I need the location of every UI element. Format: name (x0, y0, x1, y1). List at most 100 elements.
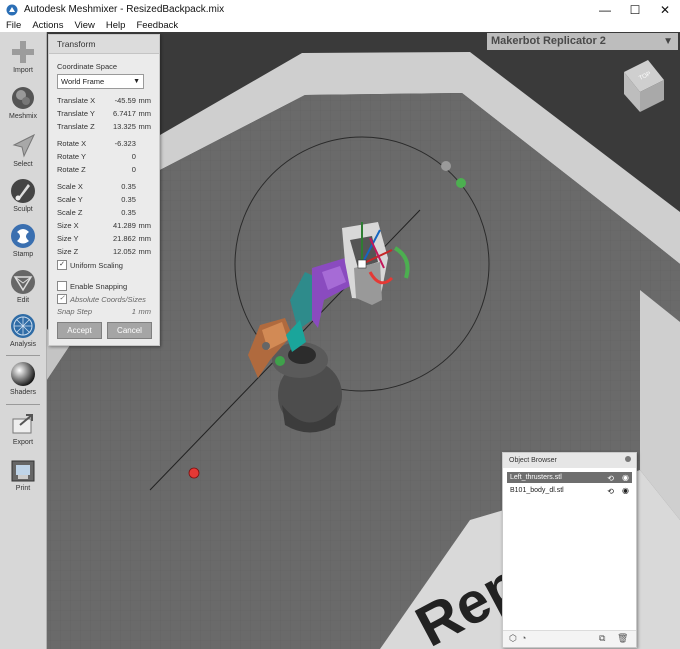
export-icon (9, 410, 37, 438)
uniform-scaling-checkbox[interactable]: ✓ Uniform Scaling (57, 260, 123, 270)
field-translate-y[interactable]: Translate Y 6.7417 mm (57, 109, 151, 118)
duplicate-icon[interactable]: ⧉ (599, 633, 605, 644)
tool-sculpt[interactable]: Sculpt (0, 177, 46, 213)
field-scale-z[interactable]: Scale Z 0.35 (57, 208, 151, 217)
panel-title: Transform (49, 35, 159, 54)
menu-help[interactable]: Help (100, 20, 131, 31)
checkbox-label: Enable Snapping (70, 281, 128, 291)
field-unit: mm (138, 109, 152, 118)
field-value[interactable]: 0 (101, 152, 136, 161)
field-label: Rotate X (57, 139, 87, 148)
field-snap-step[interactable]: Snap Step 1 mm (57, 307, 151, 316)
coordinate-space-value: World Frame (61, 77, 105, 86)
printer-selector[interactable]: Makerbot Replicator 2 ▼ (487, 33, 678, 50)
field-value[interactable]: 6.7417 (101, 109, 136, 118)
minimize-button[interactable]: — (590, 0, 620, 19)
printer-name: Makerbot Replicator 2 (491, 35, 606, 47)
object-name: B101_body_dl.stl (510, 487, 564, 494)
refresh-icon[interactable]: ◔ (521, 633, 526, 643)
field-value[interactable]: 0.35 (101, 182, 136, 191)
tool-edit[interactable]: Edit (0, 268, 46, 304)
field-label: Scale Z (57, 208, 83, 217)
field-translate-z[interactable]: Translate Z 13.325 mm (57, 122, 151, 131)
field-value[interactable]: 0.35 (101, 208, 136, 217)
field-translate-x[interactable]: Translate X -45.59 mm (57, 96, 151, 105)
field-unit (136, 139, 151, 148)
printer-icon (9, 456, 37, 484)
field-label: Translate Z (57, 122, 95, 131)
panel-title: Object Browser (503, 453, 636, 468)
checkmark-icon: ✓ (57, 260, 67, 270)
left-toolbar: Import Meshmix Select Sculpt Stamp Edit (0, 32, 47, 649)
mesh-icon: ⟲ (607, 487, 614, 496)
cube-icon[interactable]: ⬡ (509, 633, 517, 644)
tool-export[interactable]: Export (0, 410, 46, 446)
mesh-icon: ⟲ (607, 474, 614, 483)
field-label: Translate X (57, 96, 96, 105)
field-unit (136, 152, 151, 161)
menu-file[interactable]: File (0, 20, 26, 31)
tool-import[interactable]: Import (0, 38, 46, 74)
field-rotate-y[interactable]: Rotate Y 0 (57, 152, 151, 161)
eye-icon[interactable]: ◉ (622, 485, 629, 496)
field-size-z[interactable]: Size Z 12.052 mm (57, 247, 151, 256)
absolute-coords-checkbox[interactable]: ✓ Absolute Coords/Sizes (57, 294, 146, 304)
field-rotate-x[interactable]: Rotate X -6.323 (57, 139, 151, 148)
field-scale-x[interactable]: Scale X 0.35 (57, 182, 151, 191)
menu-view[interactable]: View (68, 20, 99, 31)
gizmo-handle-green[interactable] (456, 178, 466, 188)
transform-panel: Transform Coordinate Space World Frame ▼… (48, 34, 160, 346)
close-icon[interactable] (625, 456, 631, 462)
menu-actions[interactable]: Actions (26, 20, 68, 31)
menu-feedback[interactable]: Feedback (130, 20, 183, 31)
field-value[interactable]: 1 (101, 307, 136, 316)
tool-stamp[interactable]: Stamp (0, 222, 46, 258)
coordinate-space-select[interactable]: World Frame ▼ (57, 74, 144, 89)
pivot-point[interactable] (188, 467, 200, 479)
field-unit (136, 165, 151, 174)
enable-snapping-checkbox[interactable]: Enable Snapping (57, 281, 127, 291)
chevron-down-icon: ▼ (133, 78, 140, 85)
maximize-button[interactable]: ☐ (620, 0, 650, 19)
field-size-y[interactable]: Size Y 21.862 mm (57, 234, 151, 243)
tool-select[interactable]: Select (0, 132, 46, 168)
field-value[interactable]: 0 (101, 165, 136, 174)
list-item[interactable]: B101_body_dl.stl ⟲ ◉ (507, 485, 632, 496)
meshmix-icon (9, 84, 37, 112)
field-scale-y[interactable]: Scale Y 0.35 (57, 195, 151, 204)
gizmo-handle[interactable] (441, 161, 451, 171)
coordinate-space-label: Coordinate Space (57, 62, 118, 71)
field-value[interactable]: 13.325 (101, 122, 136, 131)
object-browser-panel: Object Browser Left_thrusters.stl ⟲ ◉ B1… (502, 452, 637, 648)
field-value[interactable]: 12.052 (101, 247, 136, 256)
edit-icon (9, 268, 37, 296)
field-value[interactable]: -45.59 (101, 96, 136, 105)
accept-button[interactable]: Accept (57, 322, 102, 339)
field-value[interactable]: 21.862 (101, 234, 136, 243)
field-unit: mm (138, 247, 152, 256)
tool-analysis[interactable]: Analysis (0, 312, 46, 348)
toolbar-divider (6, 404, 40, 405)
eye-icon[interactable]: ◉ (622, 472, 629, 483)
tool-label: Shaders (9, 389, 37, 396)
plus-icon (9, 38, 37, 66)
field-value[interactable]: -6.323 (101, 139, 136, 148)
tool-print[interactable]: Print (0, 456, 46, 492)
cancel-button[interactable]: Cancel (107, 322, 152, 339)
field-value[interactable]: 41.289 (101, 221, 136, 230)
list-item[interactable]: Left_thrusters.stl ⟲ ◉ (507, 472, 632, 483)
field-label: Size X (57, 221, 79, 230)
tool-shaders[interactable]: Shaders (0, 360, 46, 396)
field-unit (136, 195, 151, 204)
field-rotate-z[interactable]: Rotate Z 0 (57, 165, 151, 174)
field-unit: mm (138, 234, 152, 243)
object-browser-footer: ⬡ ◔ ⧉ 🗑 (503, 630, 636, 647)
field-value[interactable]: 0.35 (101, 195, 136, 204)
tool-meshmix[interactable]: Meshmix (0, 84, 46, 120)
tool-label: Export (12, 439, 34, 446)
trash-icon[interactable]: 🗑 (617, 633, 628, 644)
field-label: Size Y (57, 234, 79, 243)
close-button[interactable]: ✕ (650, 0, 680, 19)
field-size-x[interactable]: Size X 41.289 mm (57, 221, 151, 230)
checkbox-label: Uniform Scaling (70, 260, 123, 270)
